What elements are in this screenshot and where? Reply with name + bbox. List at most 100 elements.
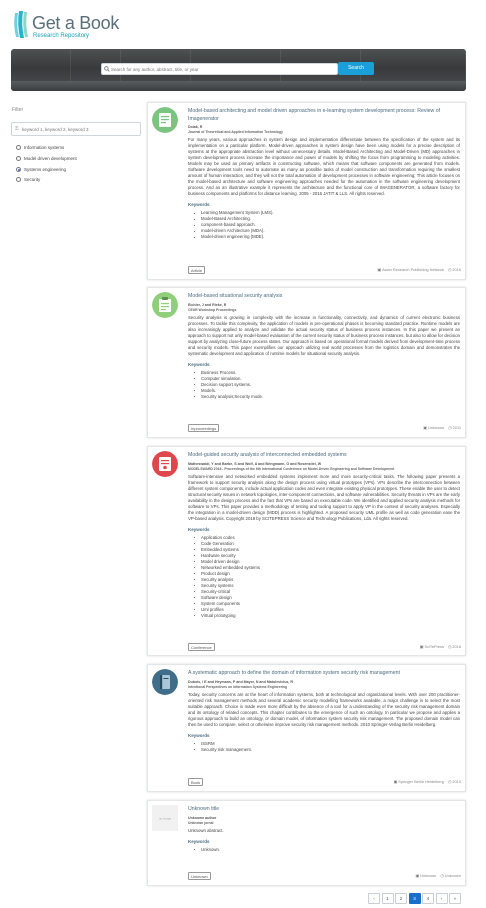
type-badge[interactable]: Book: [188, 778, 204, 786]
result-meta: ▣Springer Berlin Heidelberg ◷2010: [394, 779, 461, 784]
publisher-icon: ▣: [377, 267, 382, 272]
type-badge[interactable]: Inproceedings: [188, 424, 220, 432]
radio-button[interactable]: [16, 177, 21, 182]
result-meta: ▣Asian Research Publishing Network ◷2016: [377, 267, 461, 272]
filter-title: Filter: [12, 107, 24, 113]
search-icon: [104, 66, 110, 72]
result-card: A systematic approach to define the doma…: [147, 664, 466, 792]
result-abstract: Unknown abstract.: [188, 827, 224, 833]
radio-label: Systems engineering: [24, 167, 67, 172]
page-prev-button[interactable]: ‹: [368, 893, 380, 904]
result-card: Model-guided security analysis of interc…: [147, 446, 466, 656]
keywords-title: Keywords: [188, 361, 210, 367]
logo-title: Get a Book: [32, 13, 120, 33]
result-card: Model-based situational security analysi…: [147, 287, 466, 438]
result-journal: MODELSWARD 2018 - Proceedings of the 6th…: [188, 466, 395, 471]
calendar-icon: ◷: [448, 425, 452, 430]
keyword-item: Security risk management.: [192, 747, 460, 753]
result-meta: ▣Unknown ◷2011: [423, 425, 461, 430]
keywords-title: Keywords: [188, 732, 210, 738]
calendar-icon: ◷: [447, 779, 452, 784]
result-meta: ▣Unknown ◷Unknown: [415, 873, 461, 878]
publisher-icon: ▣: [415, 873, 420, 878]
type-badge[interactable]: Conference: [188, 643, 215, 651]
result-journal: Intentional Perspectives on Information …: [188, 684, 288, 689]
year: 2016: [452, 267, 461, 272]
keyword-list: Business Process. Computer simulation. D…: [192, 370, 460, 400]
pagination: ‹ 1 2 3 4 › »: [368, 893, 463, 904]
year: 2018: [452, 644, 461, 649]
type-badge[interactable]: Article: [188, 266, 206, 274]
keyword-item: Security analysis;Security mode.: [192, 394, 460, 400]
conference-icon: [152, 451, 178, 477]
result-meta: ▣SciTePress ◷2018: [420, 644, 461, 649]
book-icon: [152, 669, 178, 695]
search-box: [101, 63, 338, 75]
search-input[interactable]: [111, 65, 336, 74]
keyword-item: Model-driven engineering (MDE).: [192, 234, 460, 240]
page-next-button[interactable]: ›: [435, 893, 448, 904]
publisher: SciTePress: [424, 644, 444, 649]
keyword-item: Virtual prototyping: [192, 613, 460, 619]
page-4-button[interactable]: 4: [422, 893, 434, 904]
result-journal: Unknown jornal: [188, 820, 214, 825]
calendar-icon: ◷: [447, 644, 452, 649]
article-icon: [152, 107, 178, 133]
page-2-button[interactable]: 2: [395, 893, 407, 904]
result-title[interactable]: Model-guided security analysis of interc…: [188, 452, 460, 460]
keyword-input[interactable]: [22, 125, 137, 133]
result-abstract: Security analysis is growing in complexi…: [188, 314, 460, 356]
result-abstract: Today, security concerns are at the hear…: [188, 691, 460, 727]
page-last-button[interactable]: »: [449, 893, 461, 904]
keywords-title: Keywords: [188, 526, 210, 532]
result-abstract: Software-intensive and networked embedde…: [188, 473, 460, 521]
radio-label: Model driven development: [24, 156, 77, 161]
result-abstract: For many years, various approaches in sy…: [188, 137, 460, 196]
result-journal: Journal of Theoretical and Applied Infor…: [188, 130, 283, 134]
result-title[interactable]: Model-based architecting and model drive…: [188, 108, 460, 123]
year: 2011: [452, 425, 461, 430]
publisher: Springer Berlin Heidelberg: [398, 779, 444, 784]
svg-text:no image: no image: [159, 817, 172, 821]
logo[interactable]: Get a Book Research Repository: [11, 7, 119, 41]
publisher: Unknown: [420, 873, 437, 878]
result-journal: CEUR Workshop Proceedings: [188, 307, 237, 312]
logo-subtitle: Research Repository: [33, 33, 90, 39]
result-card: Model-based architecting and model drive…: [147, 102, 466, 280]
result-title[interactable]: Model-based situational security analysi…: [188, 293, 460, 301]
radio-button-selected[interactable]: [16, 167, 21, 172]
publisher-icon: ▣: [419, 644, 424, 649]
type-badge[interactable]: Unknown: [188, 872, 211, 880]
keywords-title: Keywords: [188, 838, 210, 844]
publisher-icon: ▣: [393, 779, 398, 784]
calendar-icon: ◷: [447, 267, 452, 272]
keyword-list: ISSRM Security risk management.: [192, 741, 460, 753]
year: 2010: [452, 779, 461, 784]
radio-button[interactable]: [16, 145, 21, 150]
key-icon: ⚿: [15, 126, 19, 131]
page-3-button-active[interactable]: 3: [408, 893, 421, 904]
header: Get a Book Research Repository: [0, 0, 486, 46]
radio-label: Security: [24, 177, 41, 182]
result-title[interactable]: Unknown title: [188, 806, 460, 814]
radio-button[interactable]: [16, 156, 21, 161]
logo-icon: [14, 11, 28, 38]
proceedings-icon: [152, 292, 178, 318]
publisher: Asian Research Publishing Network: [382, 267, 444, 272]
result-title[interactable]: A systematic approach to define the doma…: [188, 670, 460, 678]
publisher: Unknown: [427, 425, 445, 430]
keywords-title: Keywords: [188, 202, 210, 207]
keyword-list: Application codes Code Generation Embedd…: [192, 535, 460, 619]
keyword-list: Unknown.: [192, 847, 460, 853]
radio-label: Information systems: [24, 145, 65, 150]
page-1-button[interactable]: 1: [381, 893, 394, 904]
search-button[interactable]: Search: [338, 62, 374, 75]
result-card: no image Unknown title Unknown author Un…: [147, 800, 466, 886]
placeholder-image-icon: no image: [152, 805, 178, 831]
keyword-item: Unknown.: [192, 847, 460, 853]
year: Unknown: [444, 873, 461, 878]
calendar-icon: ◷: [440, 873, 444, 878]
publisher-icon: ▣: [423, 425, 427, 430]
keyword-list: Learning Management System (LMS). Model-…: [192, 210, 460, 240]
keyword-filter: ⚿: [11, 122, 141, 136]
